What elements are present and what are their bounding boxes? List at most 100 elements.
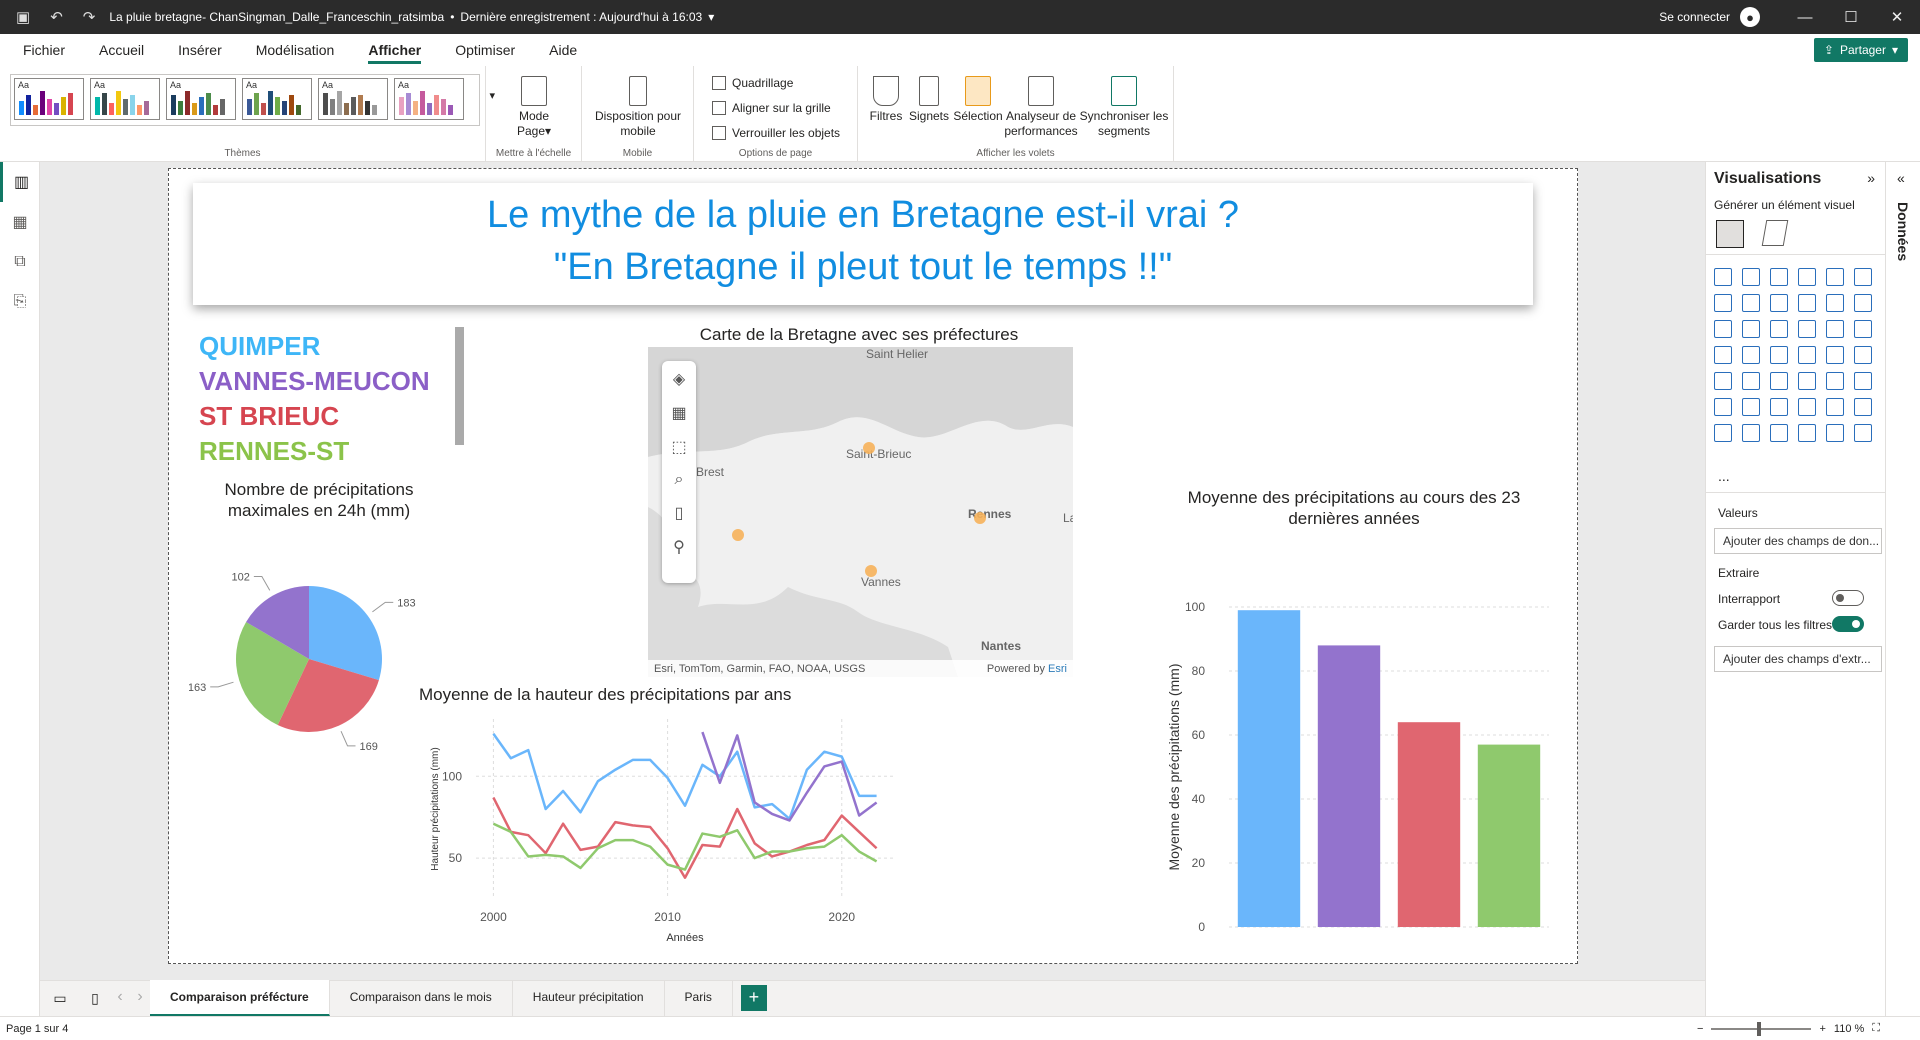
visual-type-icon[interactable] bbox=[1798, 294, 1816, 312]
tab-aide[interactable]: Aide bbox=[532, 34, 594, 66]
redo-icon[interactable]: ↷ bbox=[83, 8, 96, 26]
theme-option[interactable]: Aa bbox=[318, 78, 388, 120]
filters-button[interactable]: Filtres bbox=[866, 76, 906, 124]
lock-objects-checkbox[interactable]: Verrouiller les objets bbox=[712, 126, 840, 140]
report-view-icon[interactable]: ▥ bbox=[0, 162, 40, 202]
visual-type-icon[interactable] bbox=[1770, 320, 1788, 338]
visual-type-icon[interactable] bbox=[1770, 268, 1788, 286]
visual-type-icon[interactable] bbox=[1714, 268, 1732, 286]
prev-page-icon[interactable]: ‹ bbox=[110, 988, 130, 1006]
visual-type-icon[interactable] bbox=[1742, 320, 1760, 338]
theme-option[interactable]: Aa bbox=[90, 78, 160, 120]
station-item[interactable]: RENNES-ST bbox=[199, 434, 430, 469]
mobile-layout-button[interactable]: Disposition pour mobile bbox=[590, 76, 686, 139]
drillthrough-field-well[interactable]: Ajouter des champs d'extr... bbox=[1714, 646, 1882, 672]
cross-report-toggle[interactable] bbox=[1832, 590, 1864, 606]
keep-filters-toggle[interactable] bbox=[1832, 616, 1864, 632]
theme-option[interactable]: Aa bbox=[166, 78, 236, 120]
tab-fichier[interactable]: Fichier bbox=[6, 34, 82, 66]
share-button[interactable]: ⇪ Partager ▾ bbox=[1813, 38, 1908, 62]
close-button[interactable]: ✕ bbox=[1874, 8, 1920, 26]
tab-comparaison-prefecture[interactable]: Comparaison préfécture bbox=[150, 980, 330, 1016]
theme-option[interactable]: Aa bbox=[394, 78, 464, 120]
tab-comparaison-mois[interactable]: Comparaison dans le mois bbox=[330, 980, 513, 1016]
visual-type-icon[interactable] bbox=[1826, 268, 1844, 286]
analytics-icon[interactable]: ▯ bbox=[675, 503, 684, 523]
tab-inserer[interactable]: Insérer bbox=[161, 34, 239, 66]
qr-select-icon[interactable]: ▦ bbox=[671, 403, 686, 423]
slicer-scrollbar[interactable] bbox=[455, 327, 464, 445]
map-point[interactable] bbox=[974, 512, 986, 524]
minimize-button[interactable]: — bbox=[1782, 9, 1828, 26]
visual-type-icon[interactable] bbox=[1742, 372, 1760, 390]
station-item[interactable]: ST BRIEUC bbox=[199, 399, 430, 434]
fit-page-icon[interactable]: ⛶ bbox=[1872, 1022, 1880, 1035]
tab-modelisation[interactable]: Modélisation bbox=[239, 34, 352, 66]
build-visual-icon[interactable] bbox=[1716, 220, 1744, 248]
layers-icon[interactable]: ◈ bbox=[673, 369, 685, 389]
gridlines-checkbox[interactable]: Quadrillage bbox=[712, 76, 793, 90]
visual-type-icon[interactable] bbox=[1826, 372, 1844, 390]
map-point[interactable] bbox=[865, 565, 877, 577]
visual-type-icon[interactable] bbox=[1826, 398, 1844, 416]
visual-type-icon[interactable] bbox=[1854, 424, 1872, 442]
visual-type-icon[interactable] bbox=[1742, 294, 1760, 312]
desktop-layout-icon[interactable]: ▭ bbox=[40, 990, 80, 1007]
undo-icon[interactable]: ↶ bbox=[50, 8, 63, 26]
page-view-button[interactable]: Mode Page▾ bbox=[508, 76, 560, 139]
tab-accueil[interactable]: Accueil bbox=[82, 34, 161, 66]
values-field-well[interactable]: Ajouter des champs de don... bbox=[1714, 528, 1882, 554]
visual-type-icon[interactable] bbox=[1714, 320, 1732, 338]
snap-to-grid-checkbox[interactable]: Aligner sur la grille bbox=[712, 101, 831, 115]
dax-query-icon[interactable]: ⎘ bbox=[0, 282, 40, 322]
pin-icon[interactable]: ⚲ bbox=[673, 537, 685, 557]
visual-type-icon[interactable] bbox=[1826, 294, 1844, 312]
format-visual-icon[interactable] bbox=[1761, 220, 1789, 246]
station-item[interactable]: QUIMPER bbox=[199, 329, 430, 364]
performance-analyzer-button[interactable]: Analyseur de performances bbox=[998, 76, 1084, 139]
save-icon[interactable]: ▣ bbox=[16, 8, 30, 26]
visual-type-icon[interactable] bbox=[1742, 398, 1760, 416]
add-page-button[interactable]: + bbox=[740, 985, 767, 1011]
visual-type-icon[interactable] bbox=[1826, 320, 1844, 338]
visual-type-icon[interactable] bbox=[1826, 346, 1844, 364]
sync-slicers-button[interactable]: Synchroniser les segments bbox=[1074, 76, 1174, 139]
visual-type-icon[interactable] bbox=[1854, 294, 1872, 312]
tab-paris[interactable]: Paris bbox=[665, 980, 733, 1016]
mobile-layout-icon[interactable]: ▯ bbox=[80, 990, 110, 1007]
expand-icon[interactable]: « bbox=[1897, 170, 1905, 186]
visual-type-icon[interactable] bbox=[1770, 294, 1788, 312]
theme-option[interactable]: Aa bbox=[14, 78, 84, 120]
visual-type-icon[interactable] bbox=[1854, 346, 1872, 364]
visual-type-icon[interactable] bbox=[1770, 398, 1788, 416]
visual-type-icon[interactable] bbox=[1798, 372, 1816, 390]
line-chart[interactable]: 50 100 2000 2010 2020 Années Hauteur précipita… bbox=[424, 709, 919, 949]
map-visual[interactable]: Saint Helier Saint-Brieuc Rennes Vannes … bbox=[648, 347, 1073, 677]
account-icon[interactable]: ● bbox=[1740, 7, 1760, 27]
visual-type-icon[interactable] bbox=[1798, 268, 1816, 286]
visual-type-icon[interactable] bbox=[1714, 372, 1732, 390]
visual-type-icon[interactable] bbox=[1742, 346, 1760, 364]
tab-afficher[interactable]: Afficher bbox=[351, 34, 438, 66]
visual-type-icon[interactable] bbox=[1798, 424, 1816, 442]
esri-link[interactable]: Esri bbox=[1048, 663, 1067, 675]
station-slicer[interactable]: QUIMPER VANNES-MEUCON ST BRIEUC RENNES-S… bbox=[199, 329, 430, 469]
visual-type-icon[interactable] bbox=[1770, 424, 1788, 442]
data-pane-collapsed[interactable]: « Données bbox=[1885, 162, 1920, 1020]
tab-optimiser[interactable]: Optimiser bbox=[438, 34, 532, 66]
zoom-out-button[interactable]: − bbox=[1697, 1023, 1703, 1035]
visual-type-icon[interactable] bbox=[1854, 398, 1872, 416]
document-title[interactable]: La pluie bretagne- ChanSingman_Dalle_Fra… bbox=[109, 10, 714, 24]
zoom-in-button[interactable]: + bbox=[1819, 1023, 1825, 1035]
tab-hauteur-precipitation[interactable]: Hauteur précipitation bbox=[513, 980, 665, 1016]
maximize-button[interactable]: ☐ bbox=[1828, 8, 1874, 26]
station-item[interactable]: VANNES-MEUCON bbox=[199, 364, 430, 399]
visual-type-icon[interactable] bbox=[1826, 424, 1844, 442]
table-view-icon[interactable]: ▦ bbox=[0, 202, 40, 242]
visual-type-icon[interactable] bbox=[1714, 424, 1732, 442]
title-textbox[interactable]: Le mythe de la pluie en Bretagne est-il … bbox=[193, 183, 1533, 305]
visual-type-icon[interactable] bbox=[1714, 294, 1732, 312]
bookmarks-button[interactable]: Signets bbox=[908, 76, 950, 124]
visual-type-icon[interactable] bbox=[1854, 320, 1872, 338]
sign-in-link[interactable]: Se connecter bbox=[1659, 10, 1730, 24]
